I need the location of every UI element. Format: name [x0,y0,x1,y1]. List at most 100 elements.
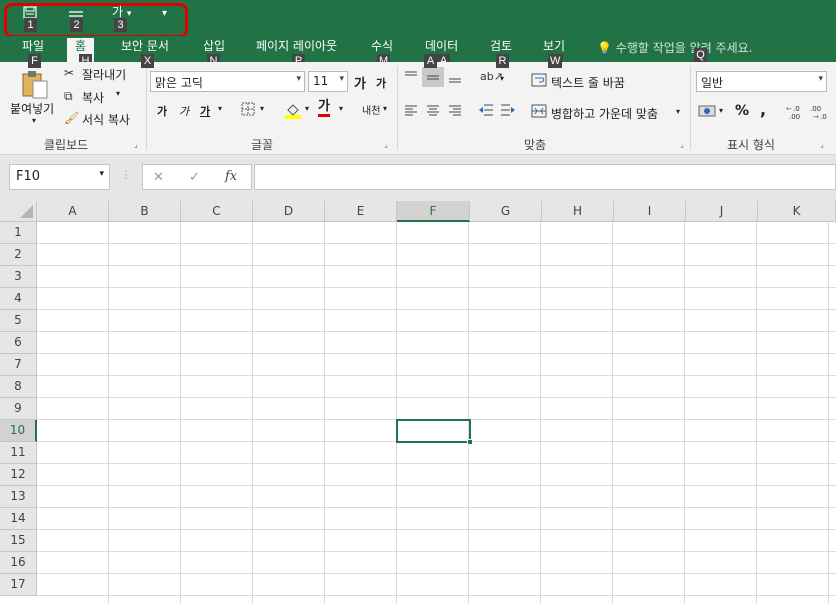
enter-icon[interactable]: ✓ [189,170,200,185]
column-header-a[interactable]: A [37,201,109,222]
tab-review[interactable]: 검토 [490,38,512,54]
row-header-4[interactable]: 4 [0,288,37,310]
clipboard-launcher-icon[interactable]: ⌟ [134,140,138,149]
formula-input[interactable] [254,164,836,190]
column-header-c[interactable]: C [181,201,253,222]
row-header-12[interactable]: 12 [0,464,37,486]
align-left-icon[interactable] [404,104,418,119]
underline-dropdown-icon[interactable]: ▾ [218,104,222,113]
tab-formulas[interactable]: 수식 [371,38,393,54]
font-color-dropdown-icon[interactable]: ▾ [339,104,343,113]
chevron-down-icon: ▾ [818,74,823,84]
row-header-15[interactable]: 15 [0,530,37,552]
format-painter-button[interactable]: 서식 복사 [82,111,130,128]
column-header-h[interactable]: H [542,201,614,222]
comma-button[interactable]: , [760,100,766,119]
paste-icon[interactable] [20,70,50,103]
tab-data[interactable]: 데이터 [425,38,458,54]
select-all-button[interactable] [0,201,37,222]
row-header-8[interactable]: 8 [0,376,37,398]
column-header-e[interactable]: E [325,201,397,222]
keytip-review-area: R [496,54,509,68]
accounting-format-icon[interactable] [698,104,716,121]
wrap-text-button[interactable]: 텍스트 줄 바꿈 [551,74,625,91]
align-middle-icon[interactable] [422,67,444,87]
wrap-text-icon [531,73,547,90]
row-header-3[interactable]: 3 [0,266,37,288]
accounting-dropdown-icon[interactable]: ▾ [719,106,723,115]
tab-file[interactable]: 파일 [22,38,44,54]
formula-buttons: ✕ ✓ fx [142,164,252,190]
number-format-combo[interactable]: 일반 ▾ [696,71,827,92]
alignment-launcher-icon[interactable]: ⌟ [680,140,684,149]
column-header-g[interactable]: G [470,201,542,222]
tab-insert[interactable]: 삽입 [203,38,225,54]
cell-area[interactable] [37,222,836,604]
shrink-font-button[interactable]: 가 [376,75,386,91]
border-icon[interactable] [241,102,255,119]
decrease-decimal-button[interactable]: .00 → .0 [810,104,828,122]
row-header-13[interactable]: 13 [0,486,37,508]
row-header-9[interactable]: 9 [0,398,37,420]
cut-button[interactable]: 잘라내기 [82,66,126,83]
underline-button[interactable]: 가 [200,103,210,119]
paste-label[interactable]: 붙여넣기 [10,100,54,117]
row-header-2[interactable]: 2 [0,244,37,266]
row-header-10[interactable]: 10 [0,420,37,442]
copy-button[interactable]: 복사 [82,89,104,106]
phonetic-button[interactable]: 내천 [362,102,380,117]
border-dropdown-icon[interactable]: ▾ [260,104,264,113]
insert-function-icon[interactable]: fx [225,169,237,184]
row-header-7[interactable]: 7 [0,354,37,376]
bold-button[interactable]: 가 [157,103,167,119]
phonetic-dropdown-icon[interactable]: ▾ [383,104,387,113]
customize-qat-icon[interactable]: ▾ [162,7,167,21]
align-center-icon[interactable] [426,104,440,119]
fill-color-dropdown-icon[interactable]: ▾ [305,104,309,113]
svg-text:.0: .0 [793,105,800,113]
tell-me-box[interactable]: 💡 수행할 작업을 알려 주세요. [597,39,752,56]
column-header-i[interactable]: I [614,201,686,222]
active-cell-f10[interactable] [396,419,471,443]
decrease-indent-icon[interactable] [478,103,494,120]
font-color-button[interactable]: 가 [318,100,330,117]
fill-color-icon[interactable] [284,101,302,122]
row-header-6[interactable]: 6 [0,332,37,354]
font-size-combo[interactable]: 11 ▾ [308,71,348,92]
row-header-1[interactable]: 1 [0,222,37,244]
grow-font-button[interactable]: 가 [354,73,366,92]
font-launcher-icon[interactable]: ⌟ [384,140,388,149]
tab-protect[interactable]: 보안 문서 [121,38,169,54]
align-top-icon[interactable] [404,70,418,85]
column-header-b[interactable]: B [109,201,181,222]
font-name-combo[interactable]: 맑은 고딕 ▾ [150,71,305,92]
row-header-17[interactable]: 17 [0,574,37,596]
paste-dropdown-icon[interactable]: ▾ [32,116,36,125]
clipboard-group-label: 클립보드 [44,138,89,152]
increase-indent-icon[interactable] [500,103,516,120]
tab-view[interactable]: 보기 [543,38,565,54]
row-header-16[interactable]: 16 [0,552,37,574]
copy-dropdown-icon[interactable]: ▾ [116,89,120,98]
merge-center-button[interactable]: 병합하고 가운데 맞춤 [551,105,658,122]
row-header-5[interactable]: 5 [0,310,37,332]
merge-dropdown-icon[interactable]: ▾ [676,107,680,116]
column-header-d[interactable]: D [253,201,325,222]
column-header-f[interactable]: F [397,201,470,222]
row-header-14[interactable]: 14 [0,508,37,530]
row-header-11[interactable]: 11 [0,442,37,464]
orientation-dropdown-icon[interactable]: ▾ [500,74,504,83]
column-header-k[interactable]: K [758,201,836,222]
fill-handle[interactable] [467,439,473,445]
number-launcher-icon[interactable]: ⌟ [820,140,824,149]
align-bottom-icon[interactable] [448,70,462,87]
cancel-icon[interactable]: ✕ [153,170,164,185]
align-right-icon[interactable] [448,104,462,119]
percent-button[interactable]: % [735,103,749,119]
increase-decimal-button[interactable]: ← .0.00 [786,104,804,122]
name-box[interactable]: F10 ▾ [9,164,110,190]
font-size-glyph: 가 [112,5,124,19]
italic-button[interactable]: 가 [179,103,189,119]
column-header-j[interactable]: J [686,201,758,222]
tab-page-layout[interactable]: 페이지 레이아웃 [256,38,337,54]
